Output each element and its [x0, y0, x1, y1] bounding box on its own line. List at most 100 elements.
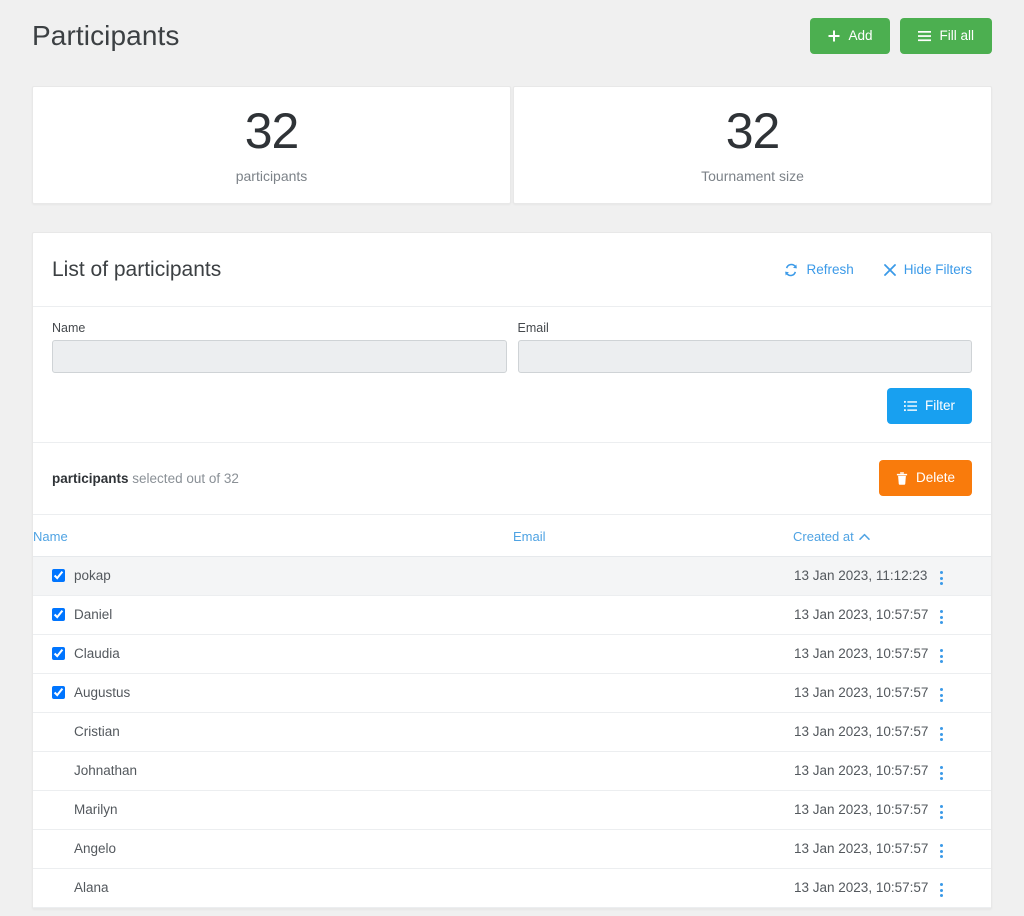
cell-email: [513, 868, 793, 908]
row-name: Alana: [74, 880, 109, 895]
cell-email: [513, 673, 793, 713]
row-checkbox-slot: [52, 725, 65, 738]
delete-button-label: Delete: [915, 470, 955, 486]
table-row[interactable]: Daniel 13 Jan 2023, 10:57:57: [33, 595, 991, 635]
cell-email: [513, 829, 793, 869]
cell-name: Alana: [33, 868, 513, 908]
row-menu-icon[interactable]: [932, 879, 951, 901]
filter-actions: Filter: [52, 388, 972, 424]
stat-card-tournament-size: 32 Tournament size: [513, 86, 992, 204]
cell-name: Claudia: [33, 634, 513, 674]
row-name: Daniel: [74, 607, 113, 622]
cell-email: [513, 712, 793, 752]
row-menu-icon[interactable]: [932, 801, 951, 823]
cell-created-at: 13 Jan 2023, 11:12:23: [793, 556, 927, 596]
cell-email: [513, 634, 793, 674]
tournament-size-label: Tournament size: [701, 168, 804, 184]
table-row[interactable]: Angelo 13 Jan 2023, 10:57:57: [33, 829, 991, 869]
table-row[interactable]: Johnathan 13 Jan 2023, 10:57:57: [33, 751, 991, 791]
row-menu-icon[interactable]: [932, 840, 951, 862]
table-row[interactable]: Cristian 13 Jan 2023, 10:57:57: [33, 712, 991, 752]
cell-email: [513, 751, 793, 791]
filter-button-label: Filter: [925, 398, 955, 413]
panel-header: List of participants Refresh Hide Filter…: [33, 233, 991, 307]
table-row[interactable]: pokap 13 Jan 2023, 11:12:23: [33, 556, 991, 596]
cell-created-at: 13 Jan 2023, 10:57:57: [793, 829, 928, 869]
cell-email: [513, 595, 793, 635]
cell-created-at: 13 Jan 2023, 10:57:57: [793, 790, 928, 830]
cell-name: Johnathan: [33, 751, 513, 791]
table-row[interactable]: Augustus 13 Jan 2023, 10:57:57: [33, 673, 991, 713]
delete-button[interactable]: Delete: [878, 460, 972, 496]
column-header-name[interactable]: Name: [33, 514, 513, 557]
participants-panel: List of participants Refresh Hide Filter…: [32, 232, 992, 909]
cell-email: [513, 556, 793, 596]
cell-created-at: 13 Jan 2023, 10:57:57: [793, 712, 928, 752]
cell-email: [513, 790, 793, 830]
column-header-email-label: Email: [513, 528, 546, 544]
row-checkbox[interactable]: [52, 686, 65, 699]
column-header-email[interactable]: Email: [513, 514, 793, 557]
row-menu-icon[interactable]: [932, 762, 951, 784]
hide-filters-label: Hide Filters: [903, 262, 972, 277]
panel-header-actions: Refresh Hide Filters: [784, 262, 972, 277]
row-checkbox-slot: [52, 842, 65, 855]
row-menu-icon[interactable]: [932, 606, 951, 628]
column-header-actions: [892, 514, 991, 557]
selection-suffix: selected out of 32: [132, 470, 239, 486]
participants-count-label: participants: [235, 168, 308, 184]
row-checkbox-slot: [52, 608, 65, 621]
cell-created-at: 13 Jan 2023, 10:57:57: [793, 673, 928, 713]
stat-card-participants: 32 participants: [32, 86, 511, 204]
list-icon: [918, 30, 932, 42]
name-input[interactable]: [52, 340, 507, 373]
row-menu-icon[interactable]: [932, 645, 951, 667]
cell-name: Daniel: [33, 595, 513, 635]
refresh-button[interactable]: Refresh: [784, 262, 854, 277]
row-name: Cristian: [74, 724, 120, 739]
fill-all-button[interactable]: Fill all: [900, 18, 992, 54]
page-title: Participants: [32, 20, 180, 51]
participants-count: 32: [244, 103, 300, 159]
row-menu-icon[interactable]: [932, 567, 951, 589]
panel-title: List of participants: [52, 257, 222, 281]
row-name: Marilyn: [74, 802, 118, 817]
selection-summary: participants selected out of 32: [52, 471, 239, 486]
cell-name: Angelo: [33, 829, 513, 869]
row-checkbox[interactable]: [52, 569, 65, 582]
selection-count: participants: [52, 470, 129, 486]
filter-fields: Name Email: [52, 321, 972, 373]
row-name: pokap: [74, 568, 111, 583]
row-checkbox-slot: [52, 647, 65, 660]
filter-button[interactable]: Filter: [887, 388, 972, 424]
header-actions: Add Fill all: [810, 18, 992, 54]
email-input[interactable]: [517, 340, 972, 373]
table-row[interactable]: Claudia 13 Jan 2023, 10:57:57: [33, 634, 991, 674]
cell-created-at: 13 Jan 2023, 10:57:57: [793, 751, 928, 791]
row-name: Angelo: [74, 841, 117, 856]
row-checkbox[interactable]: [52, 608, 65, 621]
row-name: Augustus: [74, 685, 131, 700]
row-checkbox-slot: [52, 686, 65, 699]
cell-created-at: 13 Jan 2023, 10:57:57: [793, 868, 928, 908]
row-checkbox-slot: [52, 569, 65, 582]
row-checkbox-slot: [52, 803, 65, 816]
table-row[interactable]: Alana 13 Jan 2023, 10:57:57: [33, 868, 991, 908]
add-button[interactable]: Add: [810, 18, 891, 54]
list-icon: [904, 400, 917, 412]
filter-form: Name Email Filter: [33, 307, 991, 443]
chevron-up-icon: [858, 529, 870, 544]
refresh-label: Refresh: [806, 262, 854, 277]
row-checkbox[interactable]: [52, 647, 65, 660]
cell-name: Cristian: [33, 712, 513, 752]
table-row[interactable]: Marilyn 13 Jan 2023, 10:57:57: [33, 790, 991, 830]
hide-filters-button[interactable]: Hide Filters: [883, 262, 972, 277]
row-menu-icon[interactable]: [932, 684, 951, 706]
cell-created-at: 13 Jan 2023, 10:57:57: [793, 595, 928, 635]
column-header-created-at[interactable]: Created at: [793, 514, 892, 557]
row-menu-icon[interactable]: [932, 723, 951, 745]
selection-bar: participants selected out of 32 Delete: [33, 443, 991, 515]
email-field-wrapper: Email: [517, 321, 972, 373]
table-header-row: Name Email Created at: [33, 514, 991, 557]
cell-created-at: 13 Jan 2023, 10:57:57: [793, 634, 928, 674]
